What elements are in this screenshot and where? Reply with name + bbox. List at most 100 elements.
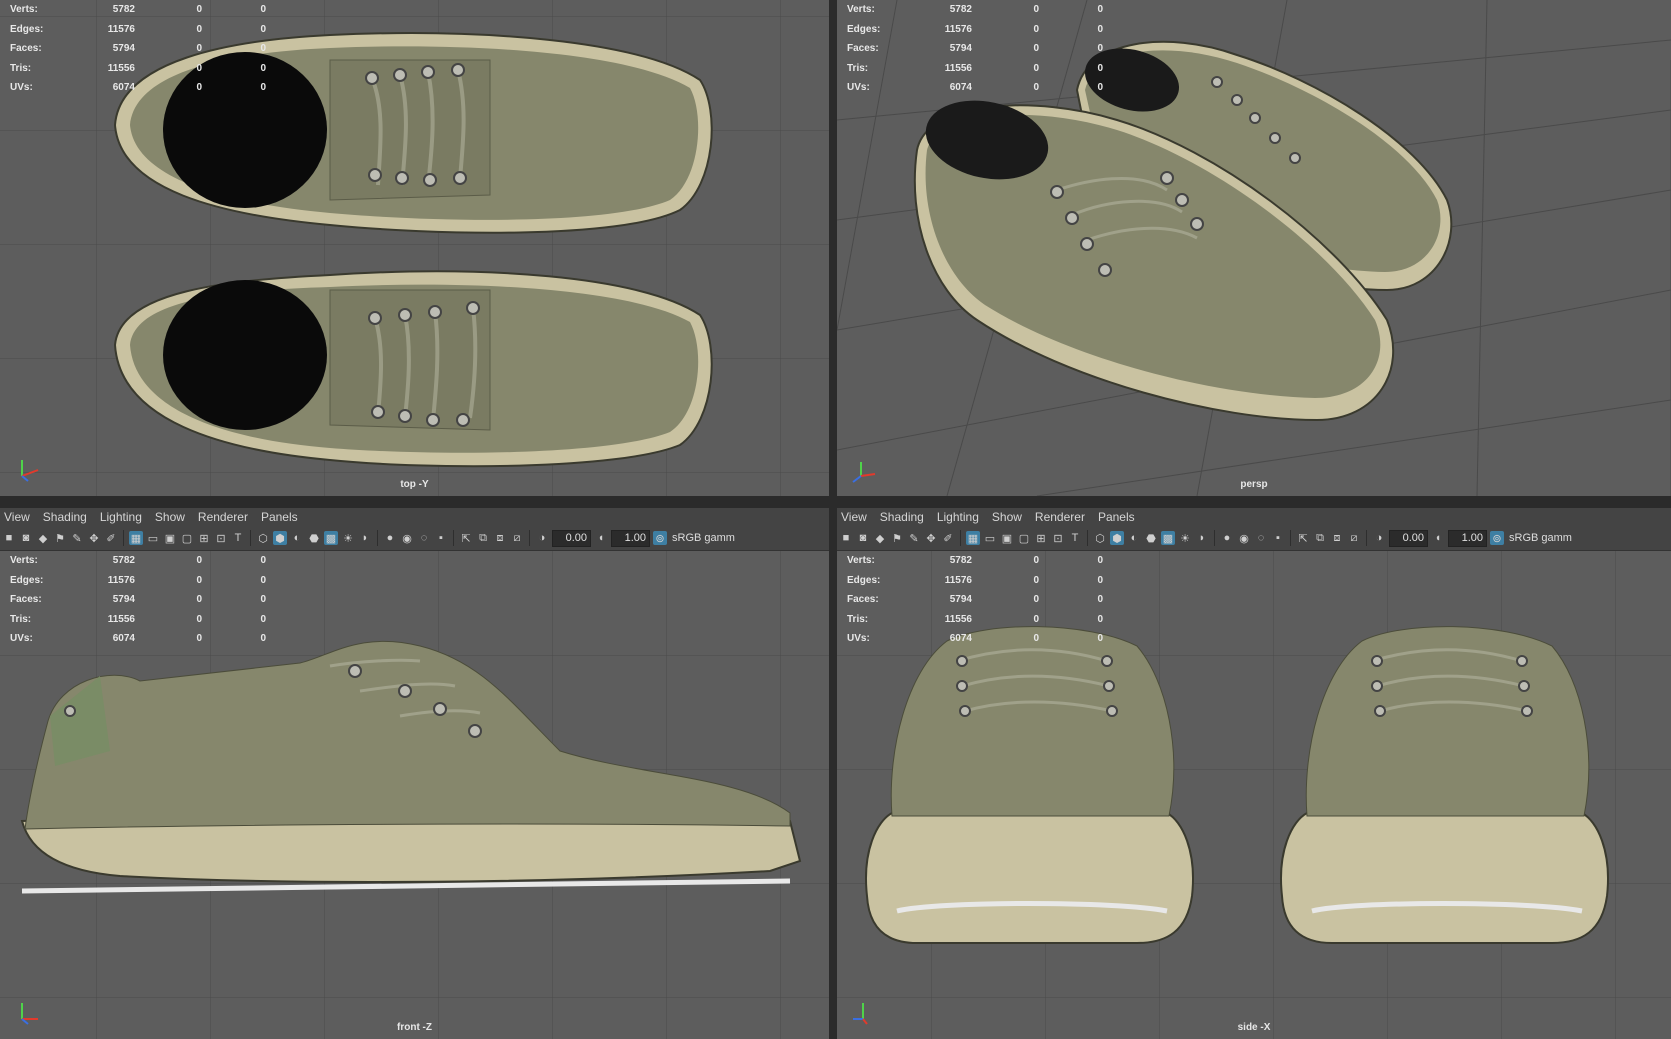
camera-attributes-icon[interactable]: ◙ — [19, 531, 33, 545]
viewport-top[interactable]: Verts: 5782 0 0 Edges: 11576 0 0 Faces: 5794 0 0 Tri… — [0, 0, 829, 496]
wireframe-on-shaded-icon[interactable]: ⬣ — [307, 531, 321, 545]
view-transform-dropdown[interactable]: sRGB gamm — [1507, 532, 1572, 544]
viewport-canvas-top[interactable]: Verts: 5782 0 0 Edges: 11576 0 0 Faces: 5794 0 0 Tri… — [0, 0, 829, 496]
camera-select-icon[interactable]: ■ — [839, 531, 853, 545]
bookmark-icon[interactable]: ◆ — [36, 531, 50, 545]
menu-shading[interactable]: Shading — [876, 510, 933, 524]
menu-lighting[interactable]: Lighting — [96, 510, 151, 524]
hud-total: 5794 — [949, 594, 972, 605]
safe-title-icon[interactable]: T — [231, 531, 245, 545]
grease-pencil-icon[interactable]: ✎ — [907, 531, 921, 545]
viewport-canvas-persp[interactable]: Verts: 5782 0 0 Edges: 11576 0 0 Faces: 5794 0 0 Tri… — [837, 0, 1671, 496]
paint-icon[interactable]: ✐ — [941, 531, 955, 545]
menu-show[interactable]: Show — [151, 510, 194, 524]
hud-selected: 0 — [196, 574, 202, 586]
image-plane-icon[interactable]: ⚑ — [890, 531, 904, 545]
screen-space-ao-icon[interactable]: ● — [1220, 531, 1234, 545]
safe-action-icon[interactable]: ⊡ — [1051, 531, 1065, 545]
xray-icon[interactable]: ⧉ — [476, 531, 490, 545]
exposure-field[interactable]: 0.00 — [1389, 529, 1428, 547]
shadows-icon[interactable]: ◗ — [1195, 531, 1209, 545]
two-d-pan-icon[interactable]: ✥ — [87, 531, 101, 545]
wireframe-icon[interactable]: ⬡ — [256, 531, 270, 545]
exposure-icon[interactable]: ◑ — [1372, 531, 1386, 545]
menu-lighting[interactable]: Lighting — [933, 510, 988, 524]
hud-total: 6074 — [112, 82, 135, 93]
viewport-front[interactable]: View Shading Lighting Show Renderer Pane… — [0, 508, 829, 1039]
exposure-icon[interactable]: ◑ — [535, 531, 549, 545]
gamma-icon[interactable]: ◖ — [1431, 531, 1445, 545]
hud-total: 11556 — [944, 62, 972, 74]
film-gate-icon[interactable]: ▭ — [146, 531, 160, 545]
grease-pencil-icon[interactable]: ✎ — [70, 531, 84, 545]
hud-row-faces: Faces: 5794 0 0 — [847, 590, 1103, 610]
viewport-canvas-front[interactable]: Verts: 5782 0 0 Edges: 11576 0 0 Faces: 5794 0 0 Tri… — [0, 551, 829, 1039]
textured-icon[interactable]: ▩ — [1161, 531, 1175, 545]
resolution-gate-icon[interactable]: ▣ — [1000, 531, 1014, 545]
isolate-select-icon[interactable]: ⇱ — [1296, 531, 1310, 545]
grid-toggle-icon[interactable]: ▦ — [129, 531, 143, 545]
color-management-icon[interactable]: ⊚ — [653, 531, 667, 545]
hud-other: 0 — [260, 613, 266, 625]
safe-action-icon[interactable]: ⊡ — [214, 531, 228, 545]
screen-space-ao-icon[interactable]: ● — [383, 531, 397, 545]
exposure-field[interactable]: 0.00 — [552, 529, 591, 547]
xray-joints-icon[interactable]: ⧈ — [1330, 531, 1344, 545]
menu-view[interactable]: View — [837, 510, 876, 524]
wireframe-on-shaded-icon[interactable]: ⬣ — [1144, 531, 1158, 545]
depth-of-field-icon[interactable]: ▪ — [1271, 531, 1285, 545]
shadows-icon[interactable]: ◗ — [358, 531, 372, 545]
safe-title-icon[interactable]: T — [1068, 531, 1082, 545]
menu-panels[interactable]: Panels — [1094, 510, 1144, 524]
hud-label: Edges: — [10, 574, 44, 586]
viewport-canvas-side[interactable]: Verts: 5782 0 0 Edges: 11576 0 0 Faces: 5794 0 0 Tri… — [837, 551, 1671, 1039]
two-d-pan-icon[interactable]: ✥ — [924, 531, 938, 545]
smooth-shade-icon[interactable]: ⬢ — [273, 531, 287, 545]
xray-active-components-icon[interactable]: ⧄ — [510, 531, 524, 545]
anti-aliasing-icon[interactable]: ◌ — [1254, 531, 1268, 545]
image-plane-icon[interactable]: ⚑ — [53, 531, 67, 545]
anti-aliasing-icon[interactable]: ◌ — [417, 531, 431, 545]
menu-panels[interactable]: Panels — [257, 510, 307, 524]
isolate-select-icon[interactable]: ⇱ — [459, 531, 473, 545]
viewport-persp[interactable]: Verts: 5782 0 0 Edges: 11576 0 0 Faces: 5794 0 0 Tri… — [837, 0, 1671, 496]
menu-renderer[interactable]: Renderer — [1031, 510, 1094, 524]
wireframe-icon[interactable]: ⬡ — [1093, 531, 1107, 545]
viewport-side[interactable]: View Shading Lighting Show Renderer Pane… — [837, 508, 1671, 1039]
camera-select-icon[interactable]: ■ — [2, 531, 16, 545]
use-all-lights-icon[interactable]: ☀ — [341, 531, 355, 545]
grid-toggle-icon[interactable]: ▦ — [966, 531, 980, 545]
smooth-shade-icon[interactable]: ⬢ — [1110, 531, 1124, 545]
gamma-field[interactable]: 1.00 — [611, 529, 650, 547]
menu-renderer[interactable]: Renderer — [194, 510, 257, 524]
hud-selected: 0 — [1033, 633, 1039, 644]
depth-of-field-icon[interactable]: ▪ — [434, 531, 448, 545]
motion-blur-icon[interactable]: ◉ — [1237, 531, 1251, 545]
hud-label: UVs: — [847, 633, 870, 644]
view-transform-dropdown[interactable]: sRGB gamm — [670, 532, 735, 544]
film-gate-icon[interactable]: ▭ — [983, 531, 997, 545]
xray-joints-icon[interactable]: ⧈ — [493, 531, 507, 545]
default-material-icon[interactable]: ◐ — [290, 531, 304, 545]
menu-show[interactable]: Show — [988, 510, 1031, 524]
menu-shading[interactable]: Shading — [39, 510, 96, 524]
color-management-icon[interactable]: ⊚ — [1490, 531, 1504, 545]
paint-icon[interactable]: ✐ — [104, 531, 118, 545]
camera-attributes-icon[interactable]: ◙ — [856, 531, 870, 545]
gamma-field[interactable]: 1.00 — [1448, 529, 1487, 547]
textured-icon[interactable]: ▩ — [324, 531, 338, 545]
use-all-lights-icon[interactable]: ☀ — [1178, 531, 1192, 545]
gate-mask-icon[interactable]: ▢ — [1017, 531, 1031, 545]
xray-active-components-icon[interactable]: ⧄ — [1347, 531, 1361, 545]
axis-gizmo-icon — [852, 462, 876, 483]
gate-mask-icon[interactable]: ▢ — [180, 531, 194, 545]
bookmark-icon[interactable]: ◆ — [873, 531, 887, 545]
resolution-gate-icon[interactable]: ▣ — [163, 531, 177, 545]
field-chart-icon[interactable]: ⊞ — [1034, 531, 1048, 545]
xray-icon[interactable]: ⧉ — [1313, 531, 1327, 545]
default-material-icon[interactable]: ◐ — [1127, 531, 1141, 545]
gamma-icon[interactable]: ◖ — [594, 531, 608, 545]
motion-blur-icon[interactable]: ◉ — [400, 531, 414, 545]
field-chart-icon[interactable]: ⊞ — [197, 531, 211, 545]
menu-view[interactable]: View — [0, 510, 39, 524]
